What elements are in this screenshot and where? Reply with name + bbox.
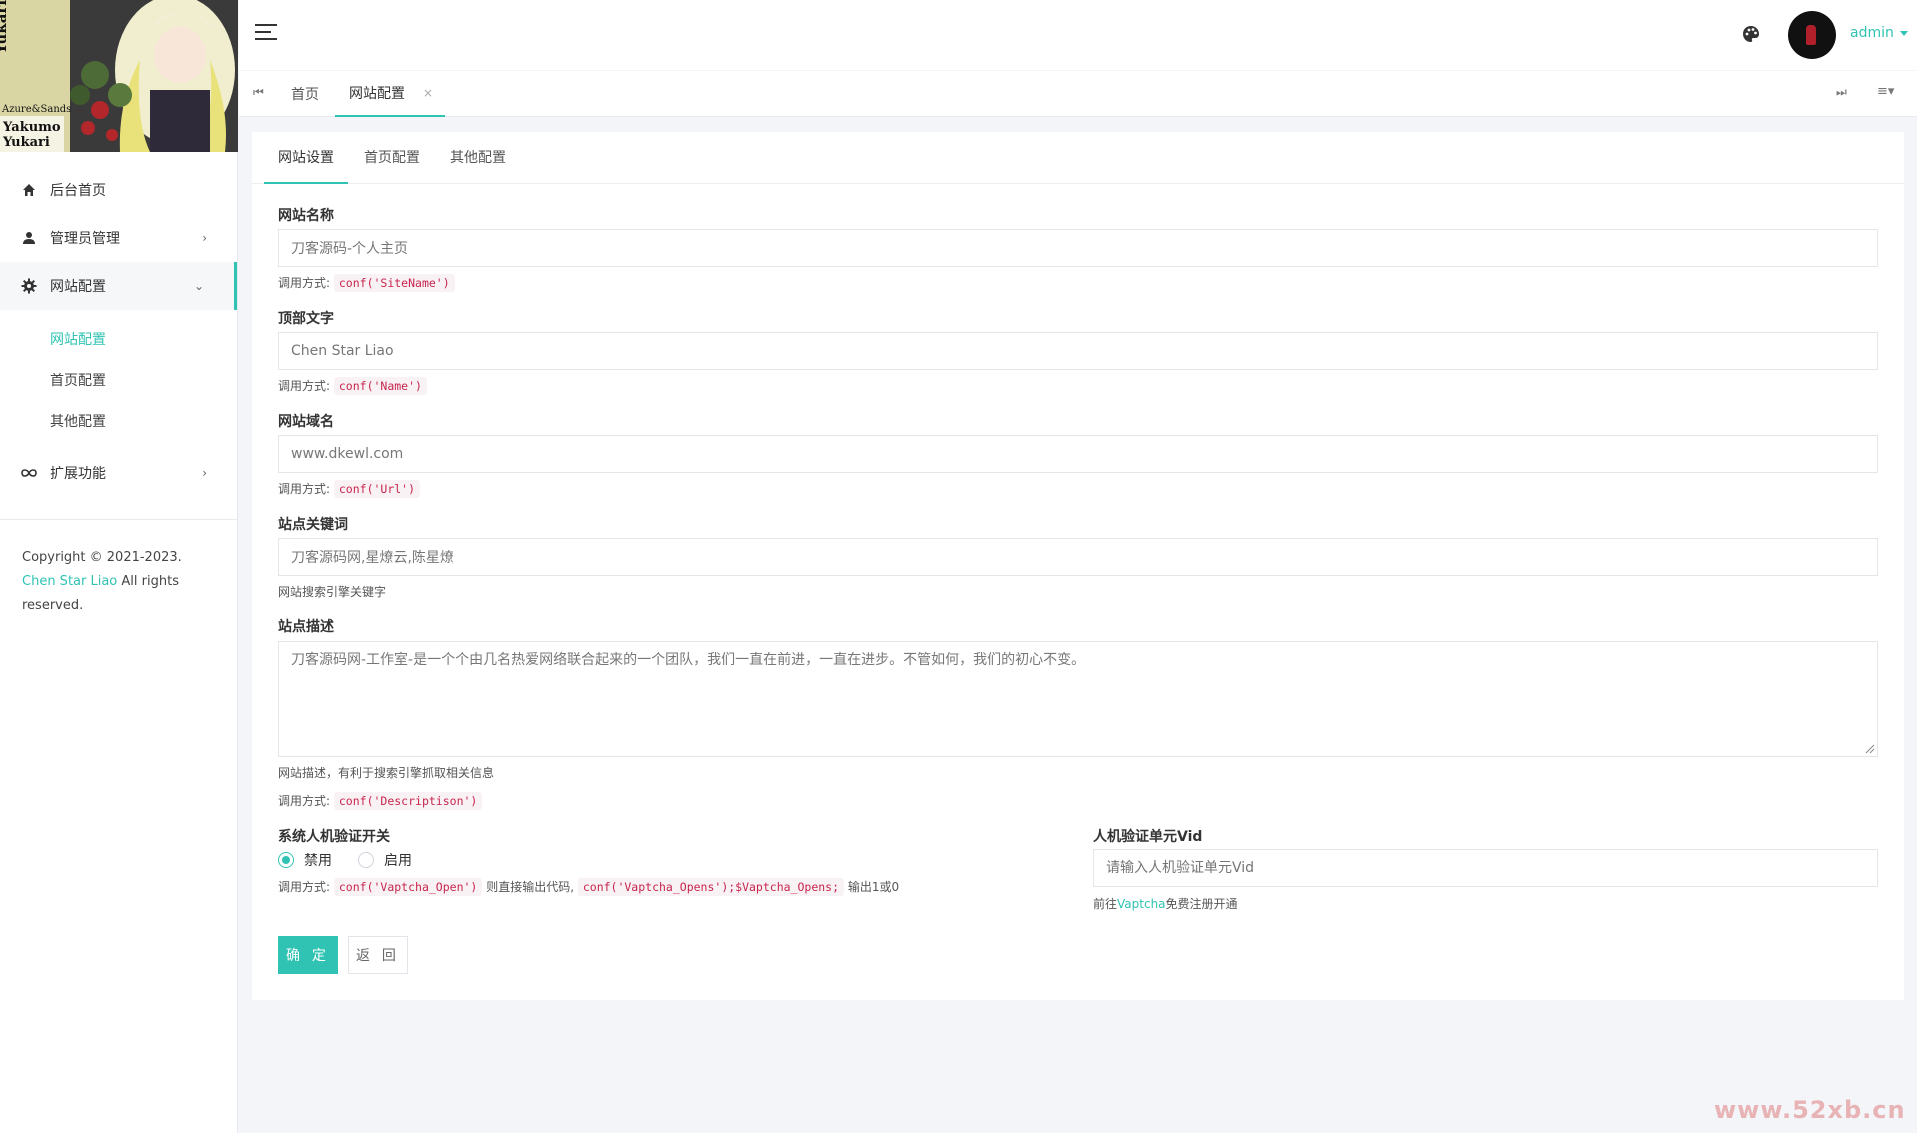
code-snippet: conf('Descriptison') bbox=[333, 792, 483, 810]
chevron-down-icon: ⌄ bbox=[193, 279, 204, 293]
tab-website-settings[interactable]: 网站设置 bbox=[264, 132, 348, 184]
help-suffix: 输出1或0 bbox=[847, 880, 900, 894]
submenu-item-other-config[interactable]: 其他配置 bbox=[0, 400, 237, 441]
code-snippet: conf('SiteName') bbox=[333, 274, 455, 292]
help-prefix: 调用方式: bbox=[278, 880, 331, 894]
sidebar-item-label: 扩展功能 bbox=[50, 466, 106, 482]
close-icon[interactable]: × bbox=[423, 86, 433, 100]
copyright-prefix: Copyright © 2021-2023. bbox=[22, 550, 182, 565]
help-prefix: 调用方式: bbox=[278, 276, 331, 290]
tab-home-config[interactable]: 首页配置 bbox=[364, 132, 420, 184]
sidebar-item-label: 网站配置 bbox=[50, 279, 106, 295]
chevron-right-icon: › bbox=[202, 231, 207, 245]
tab-other-config[interactable]: 其他配置 bbox=[450, 132, 506, 184]
help-prefix: 调用方式: bbox=[278, 794, 331, 808]
description-textarea[interactable]: 刀客源码网-工作室-是一个个由几名热爱网络联合起来的一个团队，我们一直在前进，一… bbox=[278, 641, 1878, 757]
radio-disable[interactable] bbox=[278, 852, 294, 868]
logo-banner: Yukari Azure&Sands Yakumo Yukari bbox=[0, 0, 238, 152]
confirm-button[interactable]: 确 定 bbox=[278, 936, 338, 974]
sidebar-item-label: 后台首页 bbox=[50, 183, 106, 199]
sidebar-submenu: 网站配置 首页配置 其他配置 bbox=[0, 310, 237, 449]
sidebar-item-admin-management[interactable]: 管理员管理 › bbox=[0, 214, 237, 262]
page-tabs-bar: ⏮ 首页 网站配置 × ⏭ ≡▾ bbox=[239, 71, 1917, 117]
caret-down-icon bbox=[1899, 30, 1908, 36]
home-icon bbox=[20, 181, 38, 199]
tab-label: 网站配置 bbox=[349, 86, 405, 102]
radio-disable-label[interactable]: 禁用 bbox=[304, 850, 332, 870]
submenu-item-home-config[interactable]: 首页配置 bbox=[0, 359, 237, 400]
tab-home[interactable]: 首页 bbox=[291, 71, 319, 117]
copyright-link[interactable]: Chen Star Liao bbox=[22, 574, 117, 589]
help-suffix: 免费注册开通 bbox=[1165, 897, 1238, 911]
vaptcha-link[interactable]: Vaptcha bbox=[1117, 897, 1166, 911]
description-help: 网站描述，有利于搜索引擎抓取相关信息 bbox=[278, 766, 495, 780]
vid-help: 前往Vaptcha免费注册开通 bbox=[1093, 895, 1238, 912]
gear-icon bbox=[20, 277, 38, 295]
tabs-scroll-right-icon[interactable]: ⏭ bbox=[1836, 85, 1847, 100]
user-name: admin bbox=[1850, 25, 1894, 41]
description-usage: 调用方式: conf('Descriptison') bbox=[278, 792, 483, 810]
anime-logo-image: Yukari Azure&Sands Yakumo Yukari bbox=[0, 0, 238, 152]
tabs-menu-icon[interactable]: ≡▾ bbox=[1877, 84, 1894, 99]
code-snippet: conf('Name') bbox=[333, 377, 427, 395]
chevron-right-icon: › bbox=[202, 466, 207, 480]
infinity-icon bbox=[20, 464, 38, 482]
sidebar-item-site-config[interactable]: 网站配置 ⌄ bbox=[0, 262, 237, 310]
radio-enable-label[interactable]: 启用 bbox=[384, 850, 412, 870]
code-snippet: conf('Vaptcha_Open') bbox=[333, 878, 483, 896]
captcha-radio-group: 禁用 启用 bbox=[278, 850, 438, 870]
domain-help: 调用方式: conf('Url') bbox=[278, 480, 421, 498]
top-text-help: 调用方式: conf('Name') bbox=[278, 377, 427, 395]
settings-card: 网站设置 首页配置 其他配置 网站名称 调用方式: conf('SiteName… bbox=[252, 132, 1904, 1000]
captcha-help: 调用方式: conf('Vaptcha_Open') 则直接输出代码, conf… bbox=[278, 878, 900, 896]
code-snippet: conf('Vaptcha_Opens');$Vaptcha_Opens; bbox=[577, 878, 845, 896]
radio-enable[interactable] bbox=[358, 852, 374, 868]
palette-icon[interactable] bbox=[1742, 25, 1762, 45]
help-prefix: 前往 bbox=[1093, 897, 1118, 911]
submenu-item-site-config[interactable]: 网站配置 bbox=[0, 318, 237, 359]
back-button[interactable]: 返 回 bbox=[348, 936, 408, 974]
captcha-switch-label: 系统人机验证开关 bbox=[278, 829, 390, 845]
watermark: www.52xb.cn bbox=[1714, 1096, 1906, 1124]
help-prefix: 调用方式: bbox=[278, 482, 331, 496]
vid-label: 人机验证单元Vid bbox=[1093, 829, 1203, 845]
svg-text:Yukari: Yukari bbox=[2, 135, 50, 150]
sidebar-item-extensions[interactable]: 扩展功能 › bbox=[0, 449, 237, 497]
sidebar-item-dashboard[interactable]: 后台首页 bbox=[0, 166, 237, 214]
site-name-help: 调用方式: conf('SiteName') bbox=[278, 274, 455, 292]
hamburger-menu-icon[interactable] bbox=[255, 24, 277, 42]
svg-text:Yakumo: Yakumo bbox=[2, 120, 61, 135]
resize-handle-icon[interactable] bbox=[1865, 744, 1875, 754]
description-label: 站点描述 bbox=[278, 619, 334, 635]
svg-text:Azure&Sands: Azure&Sands bbox=[1, 104, 71, 115]
tab-site-config[interactable]: 网站配置 × bbox=[335, 71, 445, 117]
site-name-label: 网站名称 bbox=[278, 208, 334, 224]
sidebar: Yukari Azure&Sands Yakumo Yukari 后台首页 管理… bbox=[0, 0, 238, 1133]
top-text-input[interactable] bbox=[278, 332, 1878, 370]
help-mid: 则直接输出代码, bbox=[486, 880, 575, 894]
keywords-label: 站点关键词 bbox=[278, 517, 348, 533]
svg-text:Yukari: Yukari bbox=[0, 0, 10, 55]
user-icon bbox=[20, 229, 38, 247]
keywords-help: 网站搜索引擎关键字 bbox=[278, 585, 387, 599]
domain-label: 网站域名 bbox=[278, 414, 334, 430]
user-menu[interactable]: admin bbox=[1850, 25, 1908, 41]
description-text: 刀客源码网-工作室-是一个个由几名热爱网络联合起来的一个团队，我们一直在前进，一… bbox=[291, 652, 1086, 668]
code-snippet: conf('Url') bbox=[333, 480, 421, 498]
top-header: admin bbox=[239, 0, 1917, 70]
sidebar-menu: 后台首页 管理员管理 › 网站配置 ⌄ 网站配置 首页配置 其他配置 扩展功能 … bbox=[0, 166, 237, 497]
copyright: Copyright © 2021-2023. Chen Star Liao Al… bbox=[0, 520, 237, 618]
top-text-label: 顶部文字 bbox=[278, 311, 334, 327]
help-prefix: 调用方式: bbox=[278, 379, 331, 393]
avatar[interactable] bbox=[1788, 11, 1836, 59]
tabs-scroll-left-icon[interactable]: ⏮ bbox=[253, 85, 264, 100]
domain-input[interactable] bbox=[278, 435, 1878, 473]
vid-input[interactable] bbox=[1093, 849, 1878, 887]
site-name-input[interactable] bbox=[278, 229, 1878, 267]
card-tabs: 网站设置 首页配置 其他配置 bbox=[252, 132, 1904, 184]
keywords-input[interactable] bbox=[278, 538, 1878, 576]
sidebar-item-label: 管理员管理 bbox=[50, 231, 120, 247]
